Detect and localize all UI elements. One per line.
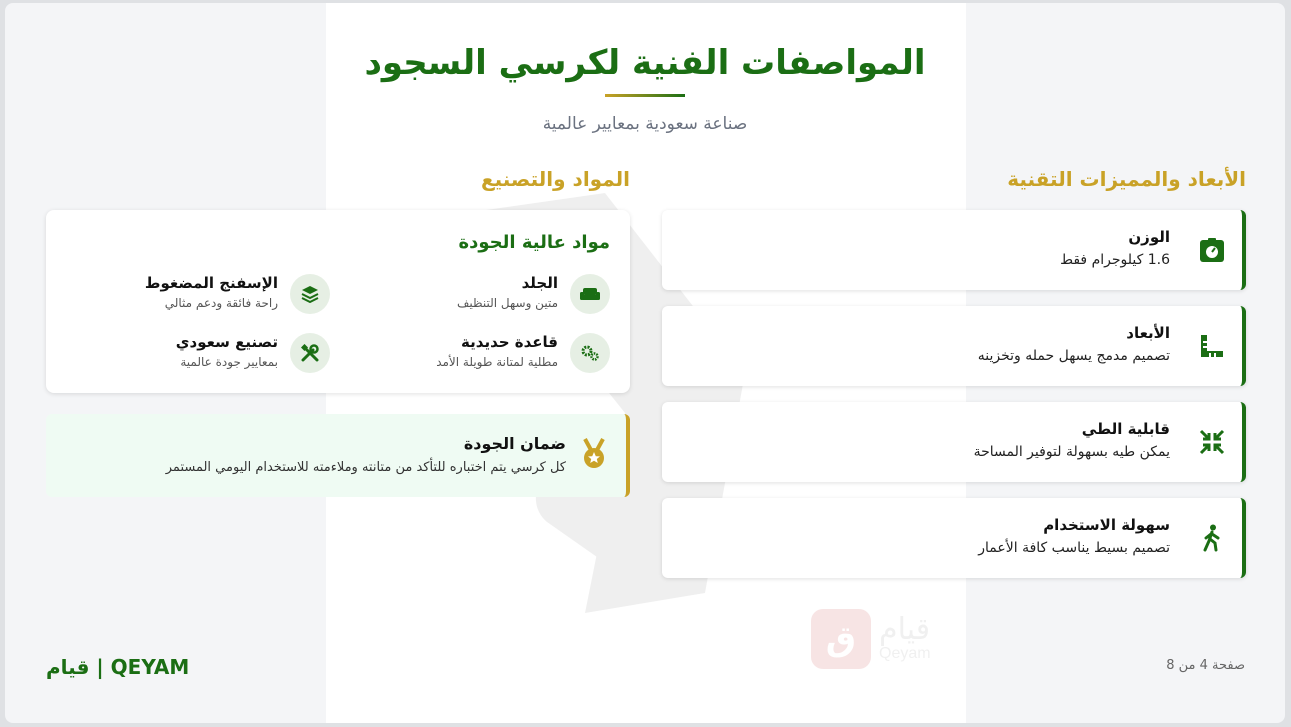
spec-title: الوزن — [1128, 228, 1170, 246]
spec-card-foldable: قابلية الطي يمكن طيه بسهولة لتوفير المسا… — [662, 402, 1246, 482]
material-item-leather: الجلد متين وسهل التنظيف — [340, 272, 610, 318]
materials-heading: المواد والتصنيع — [480, 167, 630, 191]
spec-desc: 1.6 كيلوجرام فقط — [1060, 252, 1170, 268]
gears-icon — [570, 333, 610, 373]
compress-icon — [1194, 424, 1230, 460]
spec-card-ease-of-use: سهولة الاستخدام تصميم بسيط يناسب كافة ال… — [662, 498, 1246, 578]
quality-guarantee-card: ضمان الجودة كل كرسي يتم اختباره للتأكد م… — [46, 414, 630, 497]
page-title: المواصفات الفنية لكرسي السجود — [364, 43, 926, 83]
ruler-icon — [1194, 328, 1230, 364]
logo-english: Qeyam — [879, 645, 931, 662]
materials-card: مواد عالية الجودة الجلد متين وسهل التنظي… — [46, 210, 630, 393]
material-item-foam: الإسفنج المضغوط راحة فائقة ودعم مثالي — [60, 272, 330, 318]
walking-person-icon — [1194, 520, 1230, 556]
logo-mark: ق — [811, 609, 871, 669]
materials-title: مواد عالية الجودة — [458, 232, 611, 253]
material-name: الجلد — [521, 274, 558, 292]
spec-title: سهولة الاستخدام — [1043, 516, 1170, 534]
material-desc: بمعايير جودة عالمية — [180, 355, 278, 369]
spec-desc: تصميم مدمج يسهل حمله وتخزينه — [977, 348, 1170, 364]
spec-title: قابلية الطي — [1081, 420, 1170, 438]
couch-icon — [570, 274, 610, 314]
qeyam-watermark-logo: ق قيام Qeyam — [811, 609, 931, 669]
material-item-iron-base: قاعدة حديدية مطلية لمتانة طويلة الأمد — [340, 331, 610, 377]
logo-arabic: قيام — [879, 612, 931, 647]
material-desc: راحة فائقة ودعم مثالي — [164, 296, 278, 310]
specs-heading: الأبعاد والمميزات التقنية — [1007, 167, 1246, 191]
material-name: تصنيع سعودي — [175, 333, 278, 351]
page-subtitle: صناعة سعودية بمعايير عالمية — [542, 114, 748, 134]
material-desc: مطلية لمتانة طويلة الأمد — [436, 355, 558, 369]
material-name: الإسفنج المضغوط — [144, 274, 278, 292]
brand-label: QEYAM | قيام — [46, 655, 190, 679]
quality-title: ضمان الجودة — [463, 434, 566, 453]
page-number: صفحة 4 من 8 — [1166, 658, 1245, 673]
spec-card-weight: الوزن 1.6 كيلوجرام فقط — [662, 210, 1246, 290]
layers-icon — [290, 274, 330, 314]
material-name: قاعدة حديدية — [461, 333, 558, 351]
spec-title: الأبعاد — [1126, 324, 1170, 342]
title-divider — [605, 94, 685, 97]
spec-desc: تصميم بسيط يناسب كافة الأعمار — [978, 540, 1170, 556]
spec-desc: يمكن طيه بسهولة لتوفير المساحة — [973, 444, 1170, 460]
scale-icon — [1194, 232, 1230, 268]
material-desc: متين وسهل التنظيف — [456, 296, 558, 310]
medal-icon — [576, 436, 612, 472]
slide: ق قيام Qeyam المواصفات الفنية لكرسي السج… — [5, 3, 1285, 723]
spec-card-dimensions: الأبعاد تصميم مدمج يسهل حمله وتخزينه — [662, 306, 1246, 386]
tools-icon — [290, 333, 330, 373]
material-item-saudi-made: تصنيع سعودي بمعايير جودة عالمية — [60, 331, 330, 377]
quality-desc: كل كرسي يتم اختباره للتأكد من متانته ومل… — [165, 460, 566, 475]
